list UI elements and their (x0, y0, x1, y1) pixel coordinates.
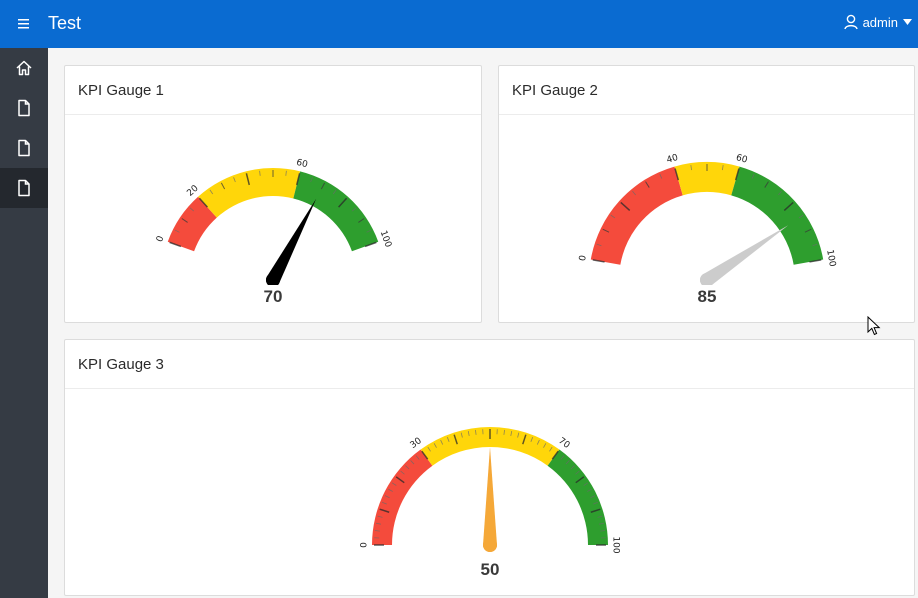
gauge-band-1 (198, 168, 301, 218)
gauge-tick-label: 0 (360, 542, 370, 548)
region-title: KPI Gauge 2 (499, 66, 914, 115)
gauge-tick-label: 30 (409, 436, 424, 451)
page-icon (16, 99, 32, 117)
gauge-band-2 (293, 171, 379, 252)
kpi-gauge-3-region: KPI Gauge 3 0 30 70 100 50 (64, 339, 915, 596)
gauge-3: 0 30 70 100 (360, 427, 621, 554)
gauge-tick-label: 70 (556, 436, 571, 451)
gauge-tick-label: 60 (295, 158, 309, 171)
gauge-band-2 (547, 449, 608, 545)
gauge-tick-label: 0 (155, 234, 166, 243)
gauge-value: 70 (263, 287, 283, 306)
mouse-cursor (867, 315, 881, 341)
gauge-body: 0 40 60 100 85 (499, 115, 914, 322)
gauge-needle-hub (483, 538, 497, 552)
home-icon (15, 59, 33, 77)
gauge-needle (266, 198, 317, 285)
caret-down-icon (903, 19, 912, 25)
nav-item-page-1[interactable] (0, 88, 48, 128)
nav-item-page-3[interactable] (0, 168, 48, 208)
kpi-gauge-2-region: KPI Gauge 2 0 40 60 100 85 (498, 65, 915, 323)
app-title[interactable]: Test (48, 13, 81, 34)
gauge-tick-label: 0 (578, 254, 589, 262)
gauge-tick-label: 100 (824, 249, 837, 268)
user-icon (843, 14, 858, 30)
page-icon (16, 179, 32, 197)
nav-item-home[interactable] (0, 48, 48, 88)
arrow-cursor-icon (867, 315, 881, 340)
gauge-body: 0 20 60 100 70 (65, 115, 481, 322)
gauge-1: 02060100 (155, 158, 393, 285)
user-name: admin (862, 14, 898, 30)
gauge-tick-label: 100 (611, 536, 621, 553)
region-title: KPI Gauge 1 (65, 66, 481, 115)
gauge-band-2 (731, 166, 824, 265)
gauge-body: 0 30 70 100 50 (65, 389, 914, 595)
gauge-needle (700, 225, 789, 285)
gauge-tick-label: 60 (735, 153, 749, 166)
menu-toggle-button[interactable] (12, 14, 36, 34)
top-bar: Test admin (0, 0, 918, 48)
region-title: KPI Gauge 3 (65, 340, 914, 389)
gauge-tick-label: 100 (378, 229, 393, 249)
side-navigation (0, 48, 48, 598)
page-icon (16, 139, 32, 157)
gauge-value: 50 (480, 560, 500, 579)
gauge-band-0 (590, 166, 683, 265)
kpi-gauge-1-region: KPI Gauge 1 0 20 60 100 70 (64, 65, 482, 323)
gauge-tick-label: 40 (666, 153, 680, 166)
gauge-value: 85 (697, 287, 717, 306)
hamburger-icon (12, 14, 36, 34)
gauge-band-0 (372, 449, 433, 545)
gauge-2: 0 40 60 100 (578, 153, 837, 285)
nav-item-page-2[interactable] (0, 128, 48, 168)
gauge-needle (483, 447, 497, 552)
user-menu-button[interactable]: admin (843, 14, 912, 30)
